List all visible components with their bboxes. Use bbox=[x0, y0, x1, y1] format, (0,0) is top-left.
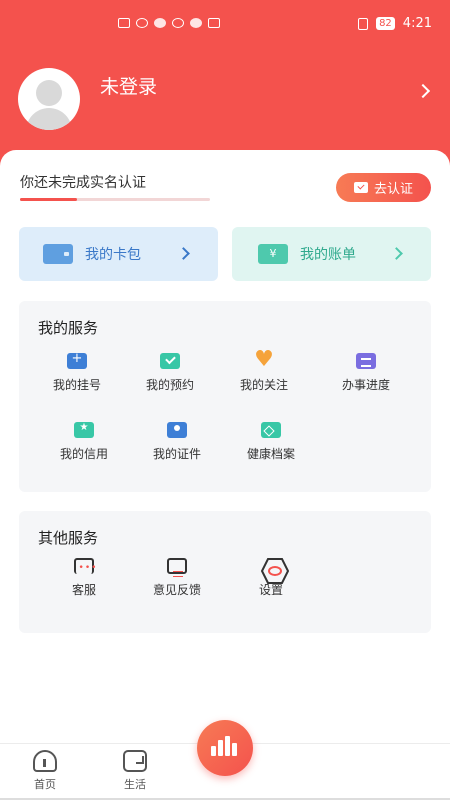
tab-life-label: 生活 bbox=[124, 778, 146, 791]
avatar[interactable] bbox=[18, 68, 80, 130]
wallet-icon bbox=[43, 244, 73, 264]
my-wallet-label: 我的卡包 bbox=[85, 247, 141, 263]
credit-shield-icon bbox=[74, 422, 94, 438]
health-record-icon bbox=[261, 422, 281, 438]
center-action-button[interactable] bbox=[197, 720, 253, 776]
chevron-right-icon bbox=[177, 247, 190, 260]
other-services-title: 其他服务 bbox=[38, 529, 99, 547]
avatar-placeholder-icon bbox=[36, 80, 62, 106]
city-bars-icon bbox=[211, 736, 239, 756]
appointment-icon bbox=[160, 353, 180, 369]
verification-progress bbox=[20, 198, 210, 201]
notification-icons bbox=[118, 18, 220, 28]
bill-icon: ¥ bbox=[258, 244, 288, 264]
home-icon bbox=[33, 750, 57, 772]
my-bill-label: 我的账单 bbox=[300, 247, 356, 263]
service-customer-support[interactable]: 客服 bbox=[44, 558, 124, 598]
register-icon bbox=[67, 351, 87, 369]
id-card-icon bbox=[167, 422, 187, 438]
service-label: 办事进度 bbox=[341, 378, 390, 392]
service-my-appointment[interactable]: 我的预约 bbox=[130, 353, 210, 393]
my-services-section: 我的服务 我的挂号 我的预约 我的关注 办事进度 我的信用 我的证件 健康档案 bbox=[19, 301, 431, 492]
app-icon bbox=[190, 18, 202, 28]
verify-button[interactable]: 去认证 bbox=[336, 173, 431, 202]
my-wallet-button[interactable]: 我的卡包 bbox=[19, 227, 218, 281]
life-icon bbox=[123, 750, 147, 772]
service-my-follows[interactable]: 我的关注 bbox=[224, 347, 304, 393]
service-progress[interactable]: 办事进度 bbox=[326, 353, 406, 393]
service-label: 我的信用 bbox=[59, 447, 108, 461]
service-label: 我的预约 bbox=[145, 378, 194, 392]
service-my-credit[interactable]: 我的信用 bbox=[44, 422, 124, 462]
status-bar: 82 4:21 bbox=[0, 0, 450, 50]
service-health-record[interactable]: 健康档案 bbox=[231, 422, 311, 462]
headset-icon bbox=[74, 558, 100, 574]
service-label: 我的挂号 bbox=[52, 378, 101, 392]
settings-hexagon-icon bbox=[261, 558, 289, 584]
progress-icon bbox=[356, 353, 376, 369]
clock: 4:21 bbox=[402, 16, 432, 31]
service-label: 我的证件 bbox=[152, 447, 201, 461]
service-label: 意见反馈 bbox=[152, 583, 201, 597]
feedback-icon bbox=[167, 558, 187, 577]
vibrate-icon bbox=[358, 17, 369, 30]
app-icon bbox=[172, 18, 184, 28]
verify-icon bbox=[353, 182, 368, 193]
service-feedback[interactable]: 意见反馈 bbox=[137, 558, 217, 598]
wifi-icon bbox=[136, 18, 148, 28]
app-icon bbox=[154, 18, 166, 28]
tab-home[interactable]: 首页 bbox=[15, 750, 75, 792]
service-label: 客服 bbox=[71, 583, 96, 597]
mail-icon bbox=[208, 18, 220, 28]
heart-icon bbox=[254, 347, 274, 372]
other-services-section: 其他服务 客服 意见反馈 设置 bbox=[19, 511, 431, 633]
service-label: 我的关注 bbox=[239, 378, 288, 392]
tab-life[interactable]: 生活 bbox=[105, 750, 165, 792]
my-services-title: 我的服务 bbox=[38, 319, 99, 337]
verify-button-label: 去认证 bbox=[373, 182, 413, 197]
verification-prompt: 你还未完成实名认证 bbox=[20, 175, 146, 191]
chevron-right-icon bbox=[390, 247, 403, 260]
system-status: 82 4:21 bbox=[358, 16, 432, 31]
my-bill-button[interactable]: ¥ 我的账单 bbox=[232, 227, 431, 281]
service-my-registration[interactable]: 我的挂号 bbox=[37, 351, 117, 393]
service-my-documents[interactable]: 我的证件 bbox=[137, 422, 217, 462]
login-status[interactable]: 未登录 bbox=[100, 72, 157, 99]
service-settings[interactable]: 设置 bbox=[231, 558, 311, 598]
battery-indicator: 82 bbox=[376, 17, 395, 30]
notification-icon bbox=[118, 18, 130, 28]
verification-progress-fill bbox=[20, 198, 77, 201]
tab-home-label: 首页 bbox=[34, 778, 56, 791]
service-label: 健康档案 bbox=[246, 447, 295, 461]
